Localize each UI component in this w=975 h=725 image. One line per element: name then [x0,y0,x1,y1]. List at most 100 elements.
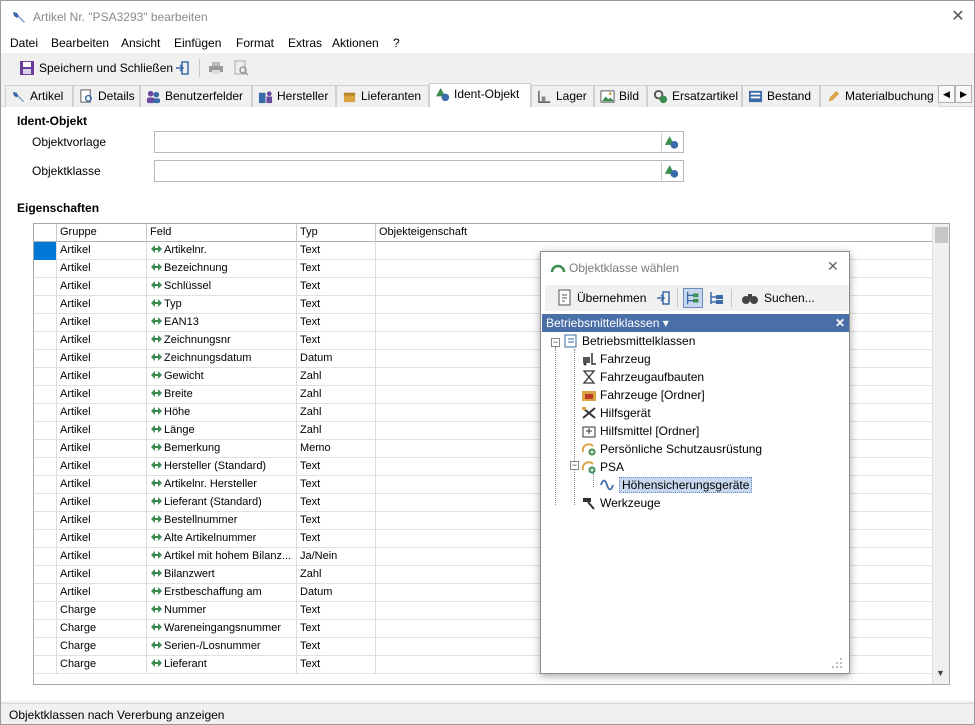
field-arrows-icon [151,317,162,325]
objektklasse-field[interactable] [154,160,684,182]
tree-node[interactable]: Hilfsmittel [Ordner] [581,422,699,440]
print-icon[interactable] [208,60,224,76]
tree-node[interactable]: PSA [581,458,624,476]
cell-feld: Bemerkung [147,440,297,458]
field-arrows-icon [151,587,162,595]
row-indicator[interactable] [34,620,57,638]
row-indicator[interactable] [34,548,57,566]
row-indicator[interactable] [34,584,57,602]
tree-node[interactable]: Fahrzeugaufbauten [581,368,704,386]
tree-collapse-root-icon[interactable]: − [551,338,560,347]
row-indicator[interactable] [34,566,57,584]
row-indicator[interactable] [34,296,57,314]
row-indicator[interactable] [34,494,57,512]
tab-benutzerfelder[interactable]: Benutzerfelder [140,85,252,107]
scrollbar-thumb[interactable] [935,227,948,243]
tab-hersteller[interactable]: Hersteller [252,85,336,107]
grid-vertical-scrollbar[interactable]: ▼ [932,224,949,684]
cell-typ: Zahl [297,422,376,440]
exit-icon[interactable] [174,60,190,76]
cell-feld-text: Bestellnummer [164,514,238,526]
row-indicator[interactable] [34,278,57,296]
tree-collapse-psa-icon[interactable]: − [570,461,579,470]
tab-label: Ersatzartikel [672,89,739,103]
cell-feld-text: Typ [164,298,182,310]
row-indicator[interactable] [34,512,57,530]
objektvorlage-picker-icon[interactable] [661,133,681,151]
menu-datei[interactable]: Datei [10,36,38,50]
tab-lager[interactable]: Lager [531,85,594,107]
tree-view-icon[interactable] [683,288,703,308]
tab-lieferanten[interactable]: Lieferanten [336,85,429,107]
tree-node[interactable]: Fahrzeug [581,350,651,368]
tree-node-root[interactable]: Betriebsmittelklassen [563,332,695,350]
objektvorlage-field[interactable] [154,131,684,153]
row-indicator[interactable] [34,530,57,548]
row-indicator[interactable] [34,440,57,458]
exit-dialog-icon[interactable] [655,290,671,306]
row-indicator[interactable] [34,350,57,368]
save-close-button[interactable]: Speichern und Schließen [39,61,173,75]
row-indicator[interactable] [34,332,57,350]
menu-ansicht[interactable]: Ansicht [121,36,160,50]
scroll-down-icon[interactable]: ▼ [936,668,945,678]
tree-node-hoehensicherungsgeraete[interactable]: Höhensicherungsgeräte [600,476,753,494]
menu-format[interactable]: Format [236,36,274,50]
col-header-feld[interactable]: Feld [147,224,297,242]
cell-typ: Text [297,638,376,656]
objektklasse-picker-icon[interactable] [661,162,681,180]
tree-node-label: Hilfsgerät [600,406,651,420]
col-header-objekteigenschaft[interactable]: Objekteigenschaft [376,224,932,242]
tree-node[interactable]: Fahrzeuge [Ordner] [581,386,705,404]
row-indicator[interactable] [34,242,57,260]
cell-gruppe: Artikel [57,260,147,278]
tab-scroll-left-button[interactable]: ◀ [938,85,955,103]
tree-node-werkzeuge[interactable]: Werkzeuge [581,494,660,512]
row-indicator[interactable] [34,656,57,674]
factory-person-icon [258,91,273,104]
row-indicator[interactable] [34,368,57,386]
row-indicator[interactable] [34,602,57,620]
tab-ersatzartikel[interactable]: Ersatzartikel [647,85,742,107]
tree-node[interactable]: Persönliche Schutzausrüstung [581,440,762,458]
inherit-view-icon[interactable] [708,289,726,307]
print-preview-icon[interactable] [233,60,249,76]
tab-details[interactable]: Details [73,85,140,107]
tab-materialbuchung[interactable]: Materialbuchung [820,85,940,107]
cell-typ: Text [297,260,376,278]
cell-feld: Alte Artikelnummer [147,530,297,548]
tree-header[interactable]: Betriebsmittelklassen ▾ ✕ [542,314,849,332]
menu-bearbeiten[interactable]: Bearbeiten [51,36,109,50]
resize-grip-icon[interactable] [831,657,843,669]
tab-label: Bestand [767,89,812,103]
menu-einfuegen[interactable]: Einfügen [174,36,221,50]
row-indicator[interactable] [34,422,57,440]
cell-feld: Länge [147,422,297,440]
cell-feld-text: Gewicht [164,370,204,382]
col-header-typ[interactable]: Typ [297,224,376,242]
dialog-close-button[interactable]: ✕ [827,258,839,275]
row-indicator[interactable] [34,638,57,656]
tab-bestand[interactable]: Bestand [742,85,820,107]
tree-node[interactable]: Hilfsgerät [581,404,651,422]
row-indicator[interactable] [34,260,57,278]
tree-header-label: Betriebsmittelklassen ▾ [546,316,669,330]
menu-extras[interactable]: Extras [288,36,322,50]
row-indicator[interactable] [34,404,57,422]
tab-scroll-right-button[interactable]: ▶ [955,85,972,103]
col-header-gruppe[interactable]: Gruppe [57,224,147,242]
tab-ident-objekt[interactable]: Ident-Objekt [429,83,531,108]
tab-artikel[interactable]: Artikel [5,85,73,107]
close-window-button[interactable]: ✕ [947,7,969,27]
row-indicator[interactable] [34,458,57,476]
field-arrows-icon [151,299,162,307]
menu-help[interactable]: ? [393,36,400,50]
tab-bild[interactable]: Bild [594,85,647,107]
row-indicator[interactable] [34,476,57,494]
menu-aktionen[interactable]: Aktionen [332,36,379,50]
apply-button[interactable]: Übernehmen [577,291,646,305]
tree-header-close-icon[interactable]: ✕ [835,314,845,332]
row-indicator[interactable] [34,314,57,332]
row-indicator[interactable] [34,386,57,404]
search-button[interactable]: Suchen... [764,291,815,305]
